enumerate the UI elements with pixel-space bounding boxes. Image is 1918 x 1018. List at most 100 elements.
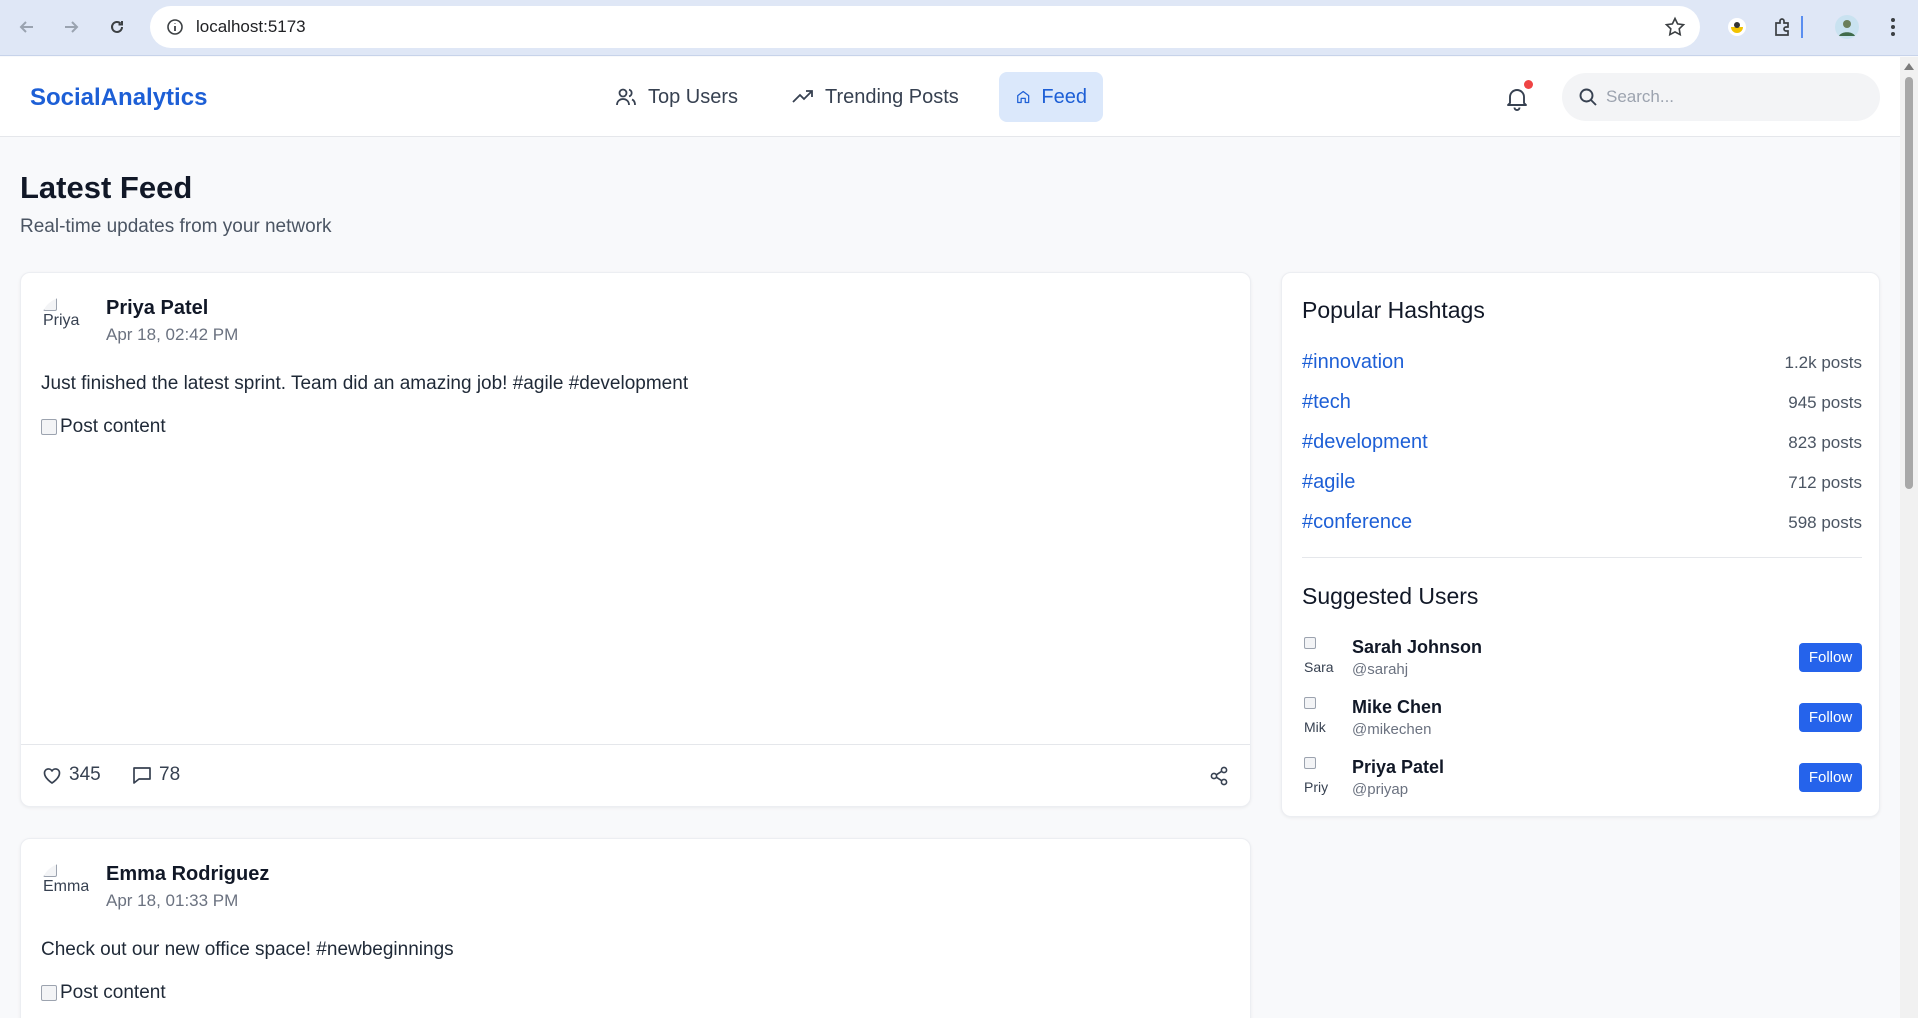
avatar-alt-text: Priy (1304, 779, 1329, 795)
post-image[interactable]: Post content (41, 413, 166, 441)
search-box[interactable] (1562, 73, 1880, 121)
hashtag-row: #agile 712 posts (1302, 471, 1862, 501)
scroll-up-arrow[interactable] (1904, 63, 1914, 70)
hashtag-count: 712 posts (1788, 473, 1862, 492)
suggested-user-name[interactable]: Priya Patel (1352, 757, 1444, 778)
page-title: Latest Feed (20, 170, 193, 205)
sidebar: Popular Hashtags #innovation 1.2k posts … (1281, 272, 1880, 817)
broken-image-icon (1304, 637, 1316, 649)
puzzle-extensions-icon[interactable] (1770, 14, 1796, 40)
avatar-alt-text: Priya (43, 312, 80, 329)
hashtag-row: #development 823 posts (1302, 431, 1862, 461)
sidebar-divider (1302, 557, 1862, 558)
post-author[interactable]: Emma Rodriguez (106, 863, 269, 886)
share-icon (1210, 766, 1228, 786)
post-image[interactable]: Post content (41, 979, 166, 1007)
reload-icon[interactable] (104, 14, 130, 40)
suggested-user-handle: @sarahj (1352, 661, 1409, 678)
suggested-user-handle: @mikechen (1352, 721, 1432, 738)
suggested-user-name[interactable]: Mike Chen (1352, 697, 1442, 718)
scrollbar-thumb[interactable] (1905, 77, 1913, 489)
hashtag-count: 823 posts (1788, 433, 1862, 452)
avatar[interactable]: Priy (1302, 757, 1338, 797)
brand-logo[interactable]: SocialAnalytics (30, 84, 207, 112)
hashtag-link[interactable]: #development (1302, 431, 1428, 454)
post-image-alt: Post content (60, 416, 166, 437)
hashtag-count: 1.2k posts (1784, 353, 1863, 372)
search-input[interactable] (1606, 85, 1866, 109)
address-bar[interactable]: localhost:5173 (150, 6, 1700, 48)
nav-trending-posts[interactable]: Trending Posts (775, 72, 975, 122)
browser-toolbar: localhost:5173 (0, 0, 1918, 56)
avatar-alt-text: Emma (43, 878, 89, 895)
app-header: SocialAnalytics Top Users Trending Posts… (0, 57, 1900, 137)
forward-icon[interactable] (58, 14, 84, 40)
nav-feed[interactable]: Feed (999, 72, 1103, 122)
avatar[interactable]: Mik (1302, 697, 1338, 737)
heart-icon (43, 768, 61, 784)
profile-avatar[interactable] (1834, 14, 1860, 40)
hashtag-link[interactable]: #tech (1302, 391, 1351, 414)
hashtags-heading: Popular Hashtags (1302, 297, 1485, 323)
follow-button[interactable]: Follow (1799, 643, 1862, 672)
follow-button[interactable]: Follow (1799, 763, 1862, 792)
broken-image-icon (43, 863, 57, 877)
hashtag-row: #tech 945 posts (1302, 391, 1862, 421)
page-subtitle: Real-time updates from your network (20, 216, 332, 237)
suggested-users-heading: Suggested Users (1302, 583, 1479, 609)
nav-trending-posts-label: Trending Posts (825, 85, 959, 108)
back-icon[interactable] (14, 14, 40, 40)
broken-image-icon (41, 985, 57, 1001)
suggested-user-name[interactable]: Sarah Johnson (1352, 637, 1482, 658)
hashtag-link[interactable]: #agile (1302, 471, 1355, 494)
page-scrollbar[interactable] (1900, 57, 1918, 1018)
extension-icon[interactable] (1724, 14, 1750, 40)
suggested-user: Sara Sarah Johnson @sarahj Follow (1302, 635, 1862, 679)
suggested-user: Priy Priya Patel @priyap Follow (1302, 755, 1862, 799)
broken-image-icon (1304, 697, 1316, 709)
site-info-icon[interactable] (164, 16, 186, 38)
avatar[interactable]: Sara (1302, 637, 1338, 677)
post-image-alt: Post content (60, 982, 166, 1003)
avatar[interactable]: Emma (41, 863, 89, 911)
broken-image-icon (1304, 757, 1316, 769)
trending-icon (792, 90, 813, 103)
nav-feed-label: Feed (1041, 85, 1087, 108)
home-icon (1017, 90, 1030, 104)
bookmark-star-icon[interactable] (1664, 16, 1686, 43)
like-button[interactable]: 345 (41, 764, 101, 786)
browser-menu-icon[interactable] (1880, 14, 1906, 40)
hashtag-link[interactable]: #conference (1302, 511, 1412, 534)
post-text: Just finished the latest sprint. Team di… (41, 373, 689, 394)
broken-image-icon (43, 297, 57, 311)
post-card: Emma Emma Rodriguez Apr 18, 01:33 PM Che… (20, 838, 1251, 1018)
notification-badge (1524, 80, 1533, 89)
avatar-alt-text: Sara (1304, 659, 1334, 675)
nav-top-users[interactable]: Top Users (598, 72, 754, 122)
url-text[interactable]: localhost:5173 (196, 17, 306, 37)
post-card: Priya Priya Patel Apr 18, 02:42 PM Just … (20, 272, 1251, 807)
hashtag-row: #conference 598 posts (1302, 511, 1862, 541)
suggested-user: Mik Mike Chen @mikechen Follow (1302, 695, 1862, 739)
post-text: Check out our new office space! #newbegi… (41, 939, 454, 960)
avatar-alt-text: Mik (1304, 719, 1326, 735)
comment-button[interactable]: 78 (131, 764, 180, 786)
post-author[interactable]: Priya Patel (106, 297, 208, 320)
search-icon (1579, 88, 1597, 106)
share-button[interactable] (1208, 765, 1230, 792)
comment-count: 78 (159, 764, 181, 785)
post-timestamp: Apr 18, 02:42 PM (106, 325, 239, 344)
hashtag-count: 598 posts (1788, 513, 1862, 532)
hashtag-link[interactable]: #innovation (1302, 351, 1404, 374)
post-timestamp: Apr 18, 01:33 PM (106, 891, 239, 910)
hashtag-row: #innovation 1.2k posts (1302, 351, 1862, 381)
comment-icon (133, 767, 151, 784)
toolbar-divider (1800, 14, 1804, 40)
users-icon (616, 88, 636, 106)
like-count: 345 (69, 764, 101, 785)
nav-top-users-label: Top Users (648, 85, 739, 108)
hashtag-count: 945 posts (1788, 393, 1862, 412)
follow-button[interactable]: Follow (1799, 703, 1862, 732)
suggested-user-handle: @priyap (1352, 781, 1409, 798)
avatar[interactable]: Priya (41, 297, 89, 345)
